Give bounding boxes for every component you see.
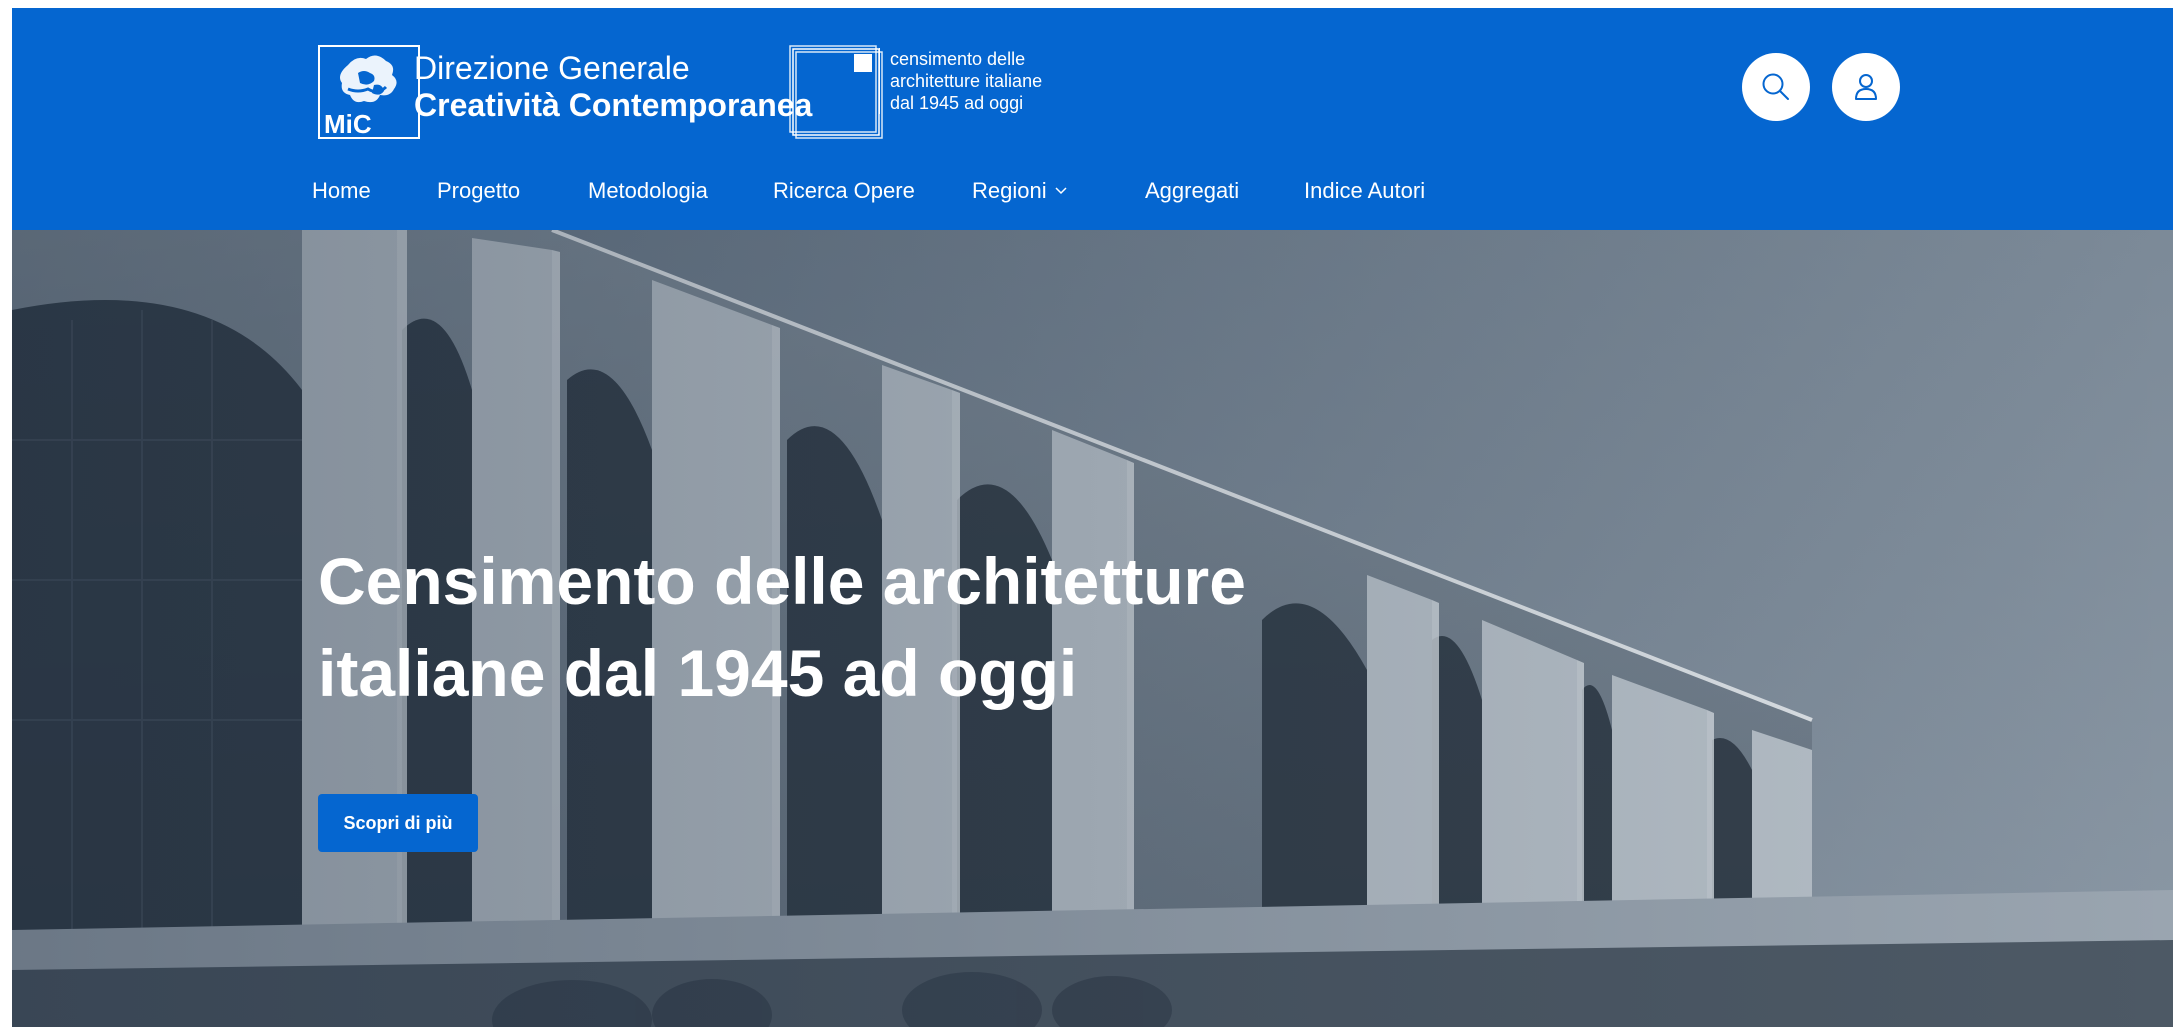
nav-item-aggregati[interactable]: Aggregati xyxy=(1145,178,1239,204)
chevron-down-icon xyxy=(1055,187,1067,195)
organization-title[interactable]: Direzione Generale Creatività Contempora… xyxy=(414,50,813,124)
hero-title-line: italiane dal 1945 ad oggi xyxy=(318,636,1078,710)
nav-item-label: Home xyxy=(312,178,371,203)
search-button[interactable] xyxy=(1742,53,1810,121)
census-subtitle: censimento delle architetture italiane d… xyxy=(879,48,1042,114)
hero-title: Censimento delle architetture italiane d… xyxy=(318,535,1318,719)
organization-title-line2: Creatività Contemporanea xyxy=(414,87,813,124)
hero-title-line: Censimento delle architetture xyxy=(318,544,1246,618)
nav-item-label: Indice Autori xyxy=(1304,178,1426,203)
nav-item-regioni[interactable]: Regioni xyxy=(972,178,1067,204)
nav-item-ricerca-opere[interactable]: Ricerca Opere xyxy=(773,178,915,204)
nav-item-progetto[interactable]: Progetto xyxy=(437,178,520,204)
user-login-button[interactable] xyxy=(1832,53,1900,121)
search-icon xyxy=(1762,73,1789,100)
site-header: MiC Direzione Generale Creatività Contem… xyxy=(12,8,2173,230)
nav-item-label: Ricerca Opere xyxy=(773,178,915,203)
page: MiC Direzione Generale Creatività Contem… xyxy=(12,8,2173,1027)
mic-logo[interactable]: MiC xyxy=(318,45,420,139)
nav-item-indice-autori[interactable]: Indice Autori xyxy=(1304,178,1425,204)
nav-item-metodologia[interactable]: Metodologia xyxy=(588,178,708,204)
census-subtitle-line: dal 1945 ad oggi xyxy=(890,93,1024,113)
nav-item-label: Regioni xyxy=(972,178,1047,203)
mic-logo-text: MiC xyxy=(324,109,372,139)
discover-more-button[interactable]: Scopri di più xyxy=(318,794,478,852)
organization-title-line1: Direzione Generale xyxy=(414,50,690,86)
nav-item-home[interactable]: Home xyxy=(312,178,371,204)
census-logo-icon[interactable] xyxy=(788,44,884,140)
hero-banner: Censimento delle architetture italiane d… xyxy=(12,230,2173,1027)
nav-item-label: Progetto xyxy=(437,178,521,203)
nav-item-label: Metodologia xyxy=(588,178,708,203)
user-icon xyxy=(1855,74,1877,100)
nav-item-label: Aggregati xyxy=(1145,178,1240,203)
census-subtitle-line: censimento delle xyxy=(890,49,1026,69)
census-subtitle-line: architetture italiane xyxy=(890,71,1043,91)
